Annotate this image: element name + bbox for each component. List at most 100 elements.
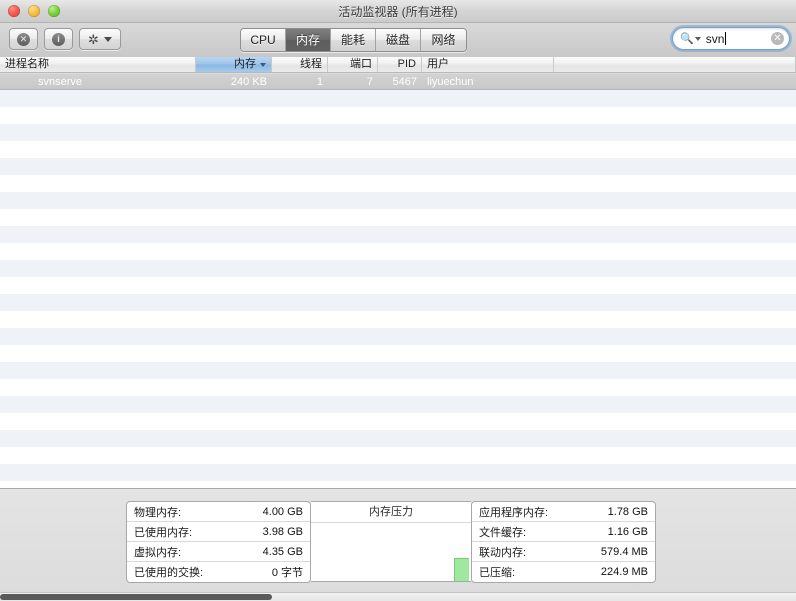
- cell-empty: [328, 294, 378, 311]
- cell-empty: [0, 362, 196, 379]
- tab-memory[interactable]: 内存: [286, 29, 331, 51]
- cell-empty: [422, 175, 554, 192]
- column-header-user[interactable]: 用户: [422, 57, 554, 72]
- memory-stats-group: 物理内存: 4.00 GB 已使用内存: 3.98 GB 虚拟内存: 4.35 …: [126, 501, 656, 583]
- cell-empty: [0, 396, 196, 413]
- column-header-ports[interactable]: 端口: [328, 57, 378, 72]
- cell-empty: [378, 362, 422, 379]
- cell-empty: [378, 294, 422, 311]
- column-header-pid[interactable]: PID: [378, 57, 422, 72]
- table-row-empty[interactable]: [0, 260, 796, 277]
- view-tabs: CPU 内存 能耗 磁盘 网络: [240, 28, 467, 52]
- cell-empty: [196, 447, 272, 464]
- stop-circle-icon: ✕: [17, 32, 30, 46]
- column-header-memory[interactable]: 内存: [196, 57, 272, 72]
- cell-empty: [554, 158, 796, 175]
- cell-empty: [196, 243, 272, 260]
- table-row-empty[interactable]: [0, 107, 796, 124]
- toolbar-left-group: ✕ i ✲: [9, 28, 121, 50]
- quit-process-button[interactable]: ✕: [9, 28, 38, 50]
- cell-empty: [0, 260, 196, 277]
- clear-search-icon[interactable]: ✕: [771, 32, 784, 45]
- table-row[interactable]: svnserve 240 KB 1 7 5467 liyuechun: [0, 73, 796, 90]
- stat-swap-used: 已使用的交换: 0 字节: [127, 562, 310, 582]
- cell-empty: [272, 413, 328, 430]
- cell-empty: [378, 413, 422, 430]
- cell-pid: 5467: [392, 76, 417, 88]
- table-row-empty[interactable]: [0, 243, 796, 260]
- cell-empty: [554, 328, 796, 345]
- tab-energy[interactable]: 能耗: [331, 29, 376, 51]
- cell-empty: [554, 481, 796, 488]
- column-header-threads[interactable]: 线程: [272, 57, 328, 72]
- cell-empty: [272, 141, 328, 158]
- cell-empty: [422, 413, 554, 430]
- column-header-process-name[interactable]: 进程名称: [0, 57, 196, 72]
- horizontal-scrollbar[interactable]: [0, 592, 796, 601]
- cell-empty: [328, 209, 378, 226]
- cell-empty: [422, 464, 554, 481]
- table-row-empty[interactable]: [0, 277, 796, 294]
- cell-empty: [196, 294, 272, 311]
- cell-empty: [272, 124, 328, 141]
- tab-cpu[interactable]: CPU: [241, 29, 286, 51]
- table-row-empty[interactable]: [0, 447, 796, 464]
- search-field[interactable]: 🔍 svn ✕: [672, 27, 790, 50]
- cell-empty: [554, 90, 796, 107]
- table-row-empty[interactable]: [0, 141, 796, 158]
- horizontal-scrollbar-thumb[interactable]: [0, 594, 272, 600]
- cell-empty: [328, 430, 378, 447]
- cell-empty: [0, 107, 196, 124]
- cell-empty: [554, 413, 796, 430]
- table-row-empty[interactable]: [0, 192, 796, 209]
- table-row-empty[interactable]: [0, 209, 796, 226]
- column-header-memory-label: 内存: [234, 58, 256, 70]
- table-row-empty[interactable]: [0, 345, 796, 362]
- table-row-empty[interactable]: [0, 124, 796, 141]
- cell-empty: [422, 260, 554, 277]
- cell-empty: [328, 328, 378, 345]
- cell-empty: [0, 345, 196, 362]
- table-row-empty[interactable]: [0, 396, 796, 413]
- cell-empty: [422, 345, 554, 362]
- inspect-process-button[interactable]: i: [44, 28, 73, 50]
- cell-empty: [272, 430, 328, 447]
- table-row-empty[interactable]: [0, 311, 796, 328]
- cell-empty: [378, 430, 422, 447]
- cell-empty: [554, 294, 796, 311]
- cell-empty: [272, 311, 328, 328]
- table-row-empty[interactable]: [0, 430, 796, 447]
- search-chevron-down-icon[interactable]: [694, 36, 701, 41]
- cell-empty: [554, 209, 796, 226]
- cell-empty: [328, 277, 378, 294]
- search-input[interactable]: svn: [706, 31, 771, 46]
- table-row-empty[interactable]: [0, 328, 796, 345]
- table-row-empty[interactable]: [0, 90, 796, 107]
- cell-empty: [272, 464, 328, 481]
- info-circle-icon: i: [52, 32, 65, 46]
- cell-empty: [328, 447, 378, 464]
- column-header-spacer[interactable]: [554, 57, 796, 72]
- table-row-empty[interactable]: [0, 464, 796, 481]
- table-row-empty[interactable]: [0, 362, 796, 379]
- table-row-empty[interactable]: [0, 379, 796, 396]
- table-row-empty[interactable]: [0, 175, 796, 192]
- memory-pressure-graph: 内存压力: [311, 501, 471, 582]
- tab-disk[interactable]: 磁盘: [376, 29, 421, 51]
- cell-empty: [272, 277, 328, 294]
- tab-network[interactable]: 网络: [421, 29, 466, 51]
- table-row-empty[interactable]: [0, 158, 796, 175]
- search-icon[interactable]: 🔍: [680, 32, 694, 45]
- table-row-empty[interactable]: [0, 226, 796, 243]
- table-row-empty[interactable]: [0, 294, 796, 311]
- cell-empty: [328, 107, 378, 124]
- cell-empty: [0, 379, 196, 396]
- cell-empty: [422, 277, 554, 294]
- cell-empty: [0, 175, 196, 192]
- cell-user: liyuechun: [427, 76, 474, 88]
- table-row-empty[interactable]: [0, 413, 796, 430]
- stat-compressed: 已压缩: 224.9 MB: [472, 562, 655, 582]
- gear-menu-button[interactable]: ✲: [79, 28, 121, 50]
- cell-empty: [196, 141, 272, 158]
- table-row-empty[interactable]: [0, 481, 796, 488]
